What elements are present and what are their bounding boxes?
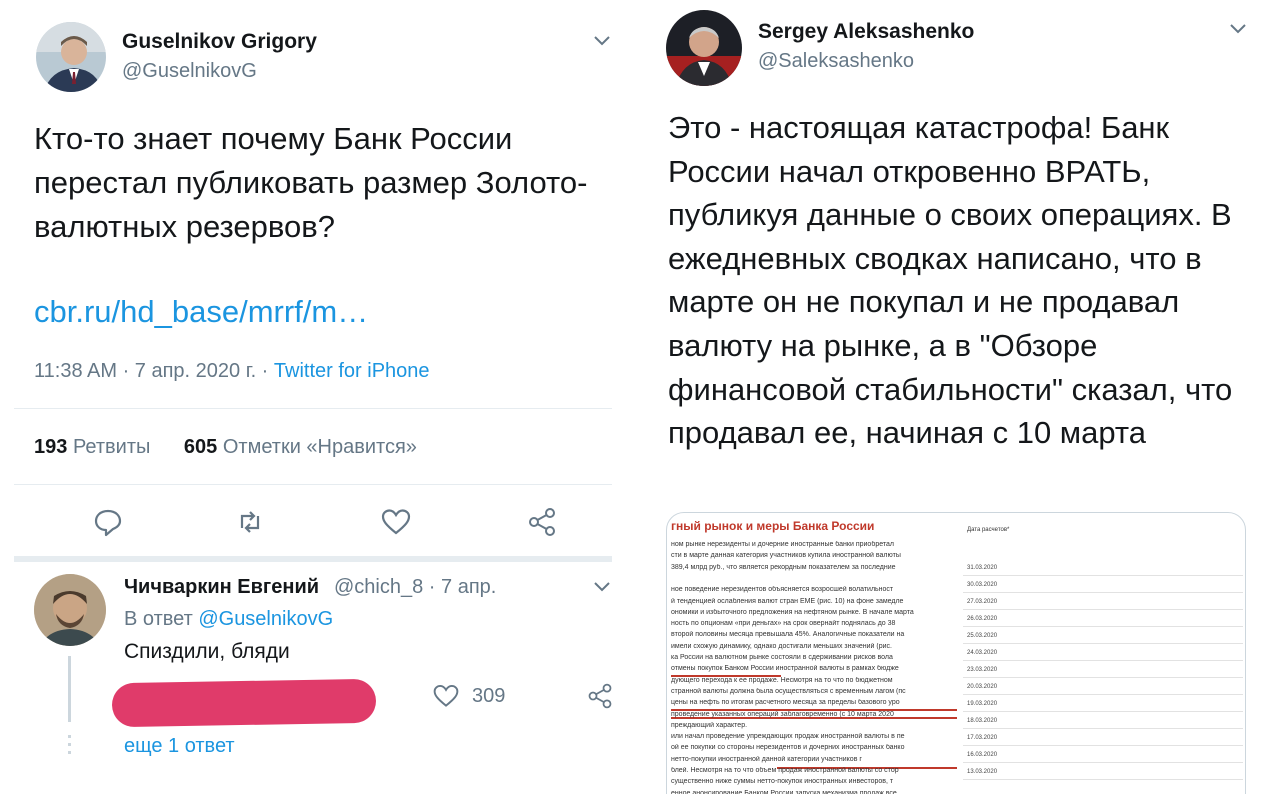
document-row-line xyxy=(963,711,1243,712)
tweet-source[interactable]: Twitter for iPhone xyxy=(274,360,430,382)
author-avatar[interactable] xyxy=(666,10,742,86)
document-date-cell: 16.03.2020 xyxy=(967,752,998,758)
author-handle[interactable]: @GuselnikovG xyxy=(122,60,257,83)
tweet-text: Это - настоящая катастрофа! Банк России … xyxy=(668,110,1233,451)
attached-document-image[interactable]: гный рынок и меры Банка России Дата расч… xyxy=(666,512,1246,794)
reply-author-name[interactable]: Чичваркин Евгений xyxy=(124,576,319,599)
document-date-cell: 27.03.2020 xyxy=(967,599,998,605)
show-more-replies-link[interactable]: еще 1 ответ xyxy=(124,735,235,758)
likes-count[interactable]: 605 xyxy=(184,436,217,458)
document-text-line: ономики и избыточного предложения на неф… xyxy=(671,608,914,616)
document-text-line: 389,4 млрд руб., что является рекордным … xyxy=(671,563,896,571)
thread-line xyxy=(68,656,71,722)
tweet-timestamp: 11:38 AM · 7 апр. 2020 г. · Twitter for … xyxy=(34,360,430,383)
document-row-line xyxy=(963,677,1243,678)
divider xyxy=(14,484,612,485)
document-date-cell: 17.03.2020 xyxy=(967,735,998,741)
document-text-line: ность по опционам «при деньгах» на срок … xyxy=(671,620,896,628)
document-text-line: дующего перехода к ее продаже. Несмотря … xyxy=(671,676,893,684)
document-column-header: Дата расчетов* xyxy=(967,527,1010,533)
share-icon[interactable] xyxy=(586,682,614,710)
document-date-cell: 31.03.2020 xyxy=(967,565,998,571)
thread-dot xyxy=(68,743,71,746)
document-text-line: й тенденцией ослабления валют стран ЕМЕ … xyxy=(671,597,904,605)
reply-author-handle[interactable]: @chich_8 · 7 апр. xyxy=(334,576,496,599)
document-date-cell: 30.03.2020 xyxy=(967,582,998,588)
document-date-cell: 19.03.2020 xyxy=(967,701,998,707)
reply-icon[interactable] xyxy=(92,506,124,538)
document-text-line: или начал проведение упреждающих продаж … xyxy=(671,733,905,741)
redaction-scribble xyxy=(111,678,377,728)
document-row-line xyxy=(963,575,1243,576)
author-avatar[interactable] xyxy=(36,22,106,92)
document-text-line: существенно ниже суммы нетто-покупок ино… xyxy=(671,778,894,786)
document-text-line: цены на нефть по итогам расчетного месяц… xyxy=(671,699,900,707)
tweet-link[interactable]: cbr.ru/hd_base/mrrf/m… xyxy=(34,294,368,330)
document-text-line: ой ее покупки со стороны нерезидентов и … xyxy=(671,744,905,752)
document-row-line xyxy=(963,660,1243,661)
reply-to-line: В ответ @GuselnikovG xyxy=(124,608,333,631)
document-text-line: ное поведение нерезидентов объясняется в… xyxy=(671,586,894,594)
document-row-line xyxy=(963,626,1243,627)
document-date-cell: 25.03.2020 xyxy=(967,633,998,639)
reply-likes-count[interactable]: 309 xyxy=(472,685,505,708)
chevron-down-icon[interactable] xyxy=(590,28,614,52)
document-row-line xyxy=(963,609,1243,610)
document-row-line xyxy=(963,728,1243,729)
author-name[interactable]: Guselnikov Grigory xyxy=(122,30,317,54)
document-row-line xyxy=(963,694,1243,695)
retweets-count[interactable]: 193 xyxy=(34,436,67,458)
document-text-line: второй половины месяца превышала 45%. Ан… xyxy=(671,631,905,639)
document-text-line: проведение указанных операций заблаговре… xyxy=(671,710,894,718)
divider xyxy=(14,408,612,409)
document-row-line xyxy=(963,745,1243,746)
like-icon[interactable] xyxy=(432,682,460,710)
tweet-stats: 193 Ретвиты 605 Отметки «Нравится» xyxy=(34,436,417,459)
retweet-icon[interactable] xyxy=(234,506,266,538)
reply-text: Спиздили, бляди xyxy=(124,640,290,663)
document-date-cell: 20.03.2020 xyxy=(967,684,998,690)
document-date-cell: 18.03.2020 xyxy=(967,718,998,724)
document-date-cell: 23.03.2020 xyxy=(967,667,998,673)
document-row-line xyxy=(963,779,1243,780)
left-tweet-panel: Guselnikov Grigory @GuselnikovG Кто-то з… xyxy=(0,0,634,794)
image-gap xyxy=(634,0,648,794)
document-text-line: сти в марте данная категория участников … xyxy=(671,552,901,560)
document-date-cell: 13.03.2020 xyxy=(967,769,998,775)
document-text-line: ка России на валютном рынке состояли в с… xyxy=(671,654,893,661)
document-text-line: отмены покупок Банком России иностранной… xyxy=(671,665,899,673)
document-row-line xyxy=(963,592,1243,593)
author-name[interactable]: Sergey Aleksashenko xyxy=(758,20,974,44)
chevron-down-icon[interactable] xyxy=(1226,16,1250,40)
document-text-line: енное анонсирование Банком России запуск… xyxy=(671,789,897,794)
chevron-down-icon[interactable] xyxy=(590,574,614,598)
document-text-line: преждающий характер. xyxy=(671,721,748,729)
document-date-cell: 26.03.2020 xyxy=(967,616,998,622)
document-row-line xyxy=(963,762,1243,763)
document-text-line: ном рынке нерезиденты и дочерние иностра… xyxy=(671,541,894,548)
document-text-line: блей. Несмотря на то что объем продаж ин… xyxy=(671,767,899,774)
author-handle[interactable]: @Saleksashenko xyxy=(758,50,914,73)
document-date-cell: 24.03.2020 xyxy=(967,650,998,656)
thread-dot xyxy=(68,735,71,738)
document-text-line: имели схожую динамику, однако достигали … xyxy=(671,642,892,650)
section-divider xyxy=(14,556,612,562)
tweet-time[interactable]: 11:38 AM · 7 апр. 2020 г. · xyxy=(34,360,274,382)
document-text-line: странной валюты должна была осуществлять… xyxy=(671,687,906,695)
reply-author-avatar[interactable] xyxy=(34,574,106,646)
like-icon[interactable] xyxy=(380,506,412,538)
right-tweet-panel: Sergey Aleksashenko @Saleksashenko Это -… xyxy=(648,0,1280,794)
likes-label[interactable]: Отметки «Нравится» xyxy=(223,436,417,458)
document-row-line xyxy=(963,643,1243,644)
thread-dot xyxy=(68,751,71,754)
retweets-label[interactable]: Ретвиты xyxy=(73,436,150,458)
tweet-text: Кто-то знает почему Банк России перестал… xyxy=(34,121,588,244)
document-title: гный рынок и меры Банка России xyxy=(671,519,875,533)
reply-to-link[interactable]: @GuselnikovG xyxy=(198,608,333,630)
reply-to-prefix: В ответ xyxy=(124,608,199,630)
document-text-line: нетто-покупки иностранной данной категор… xyxy=(671,755,862,763)
share-icon[interactable] xyxy=(526,506,558,538)
